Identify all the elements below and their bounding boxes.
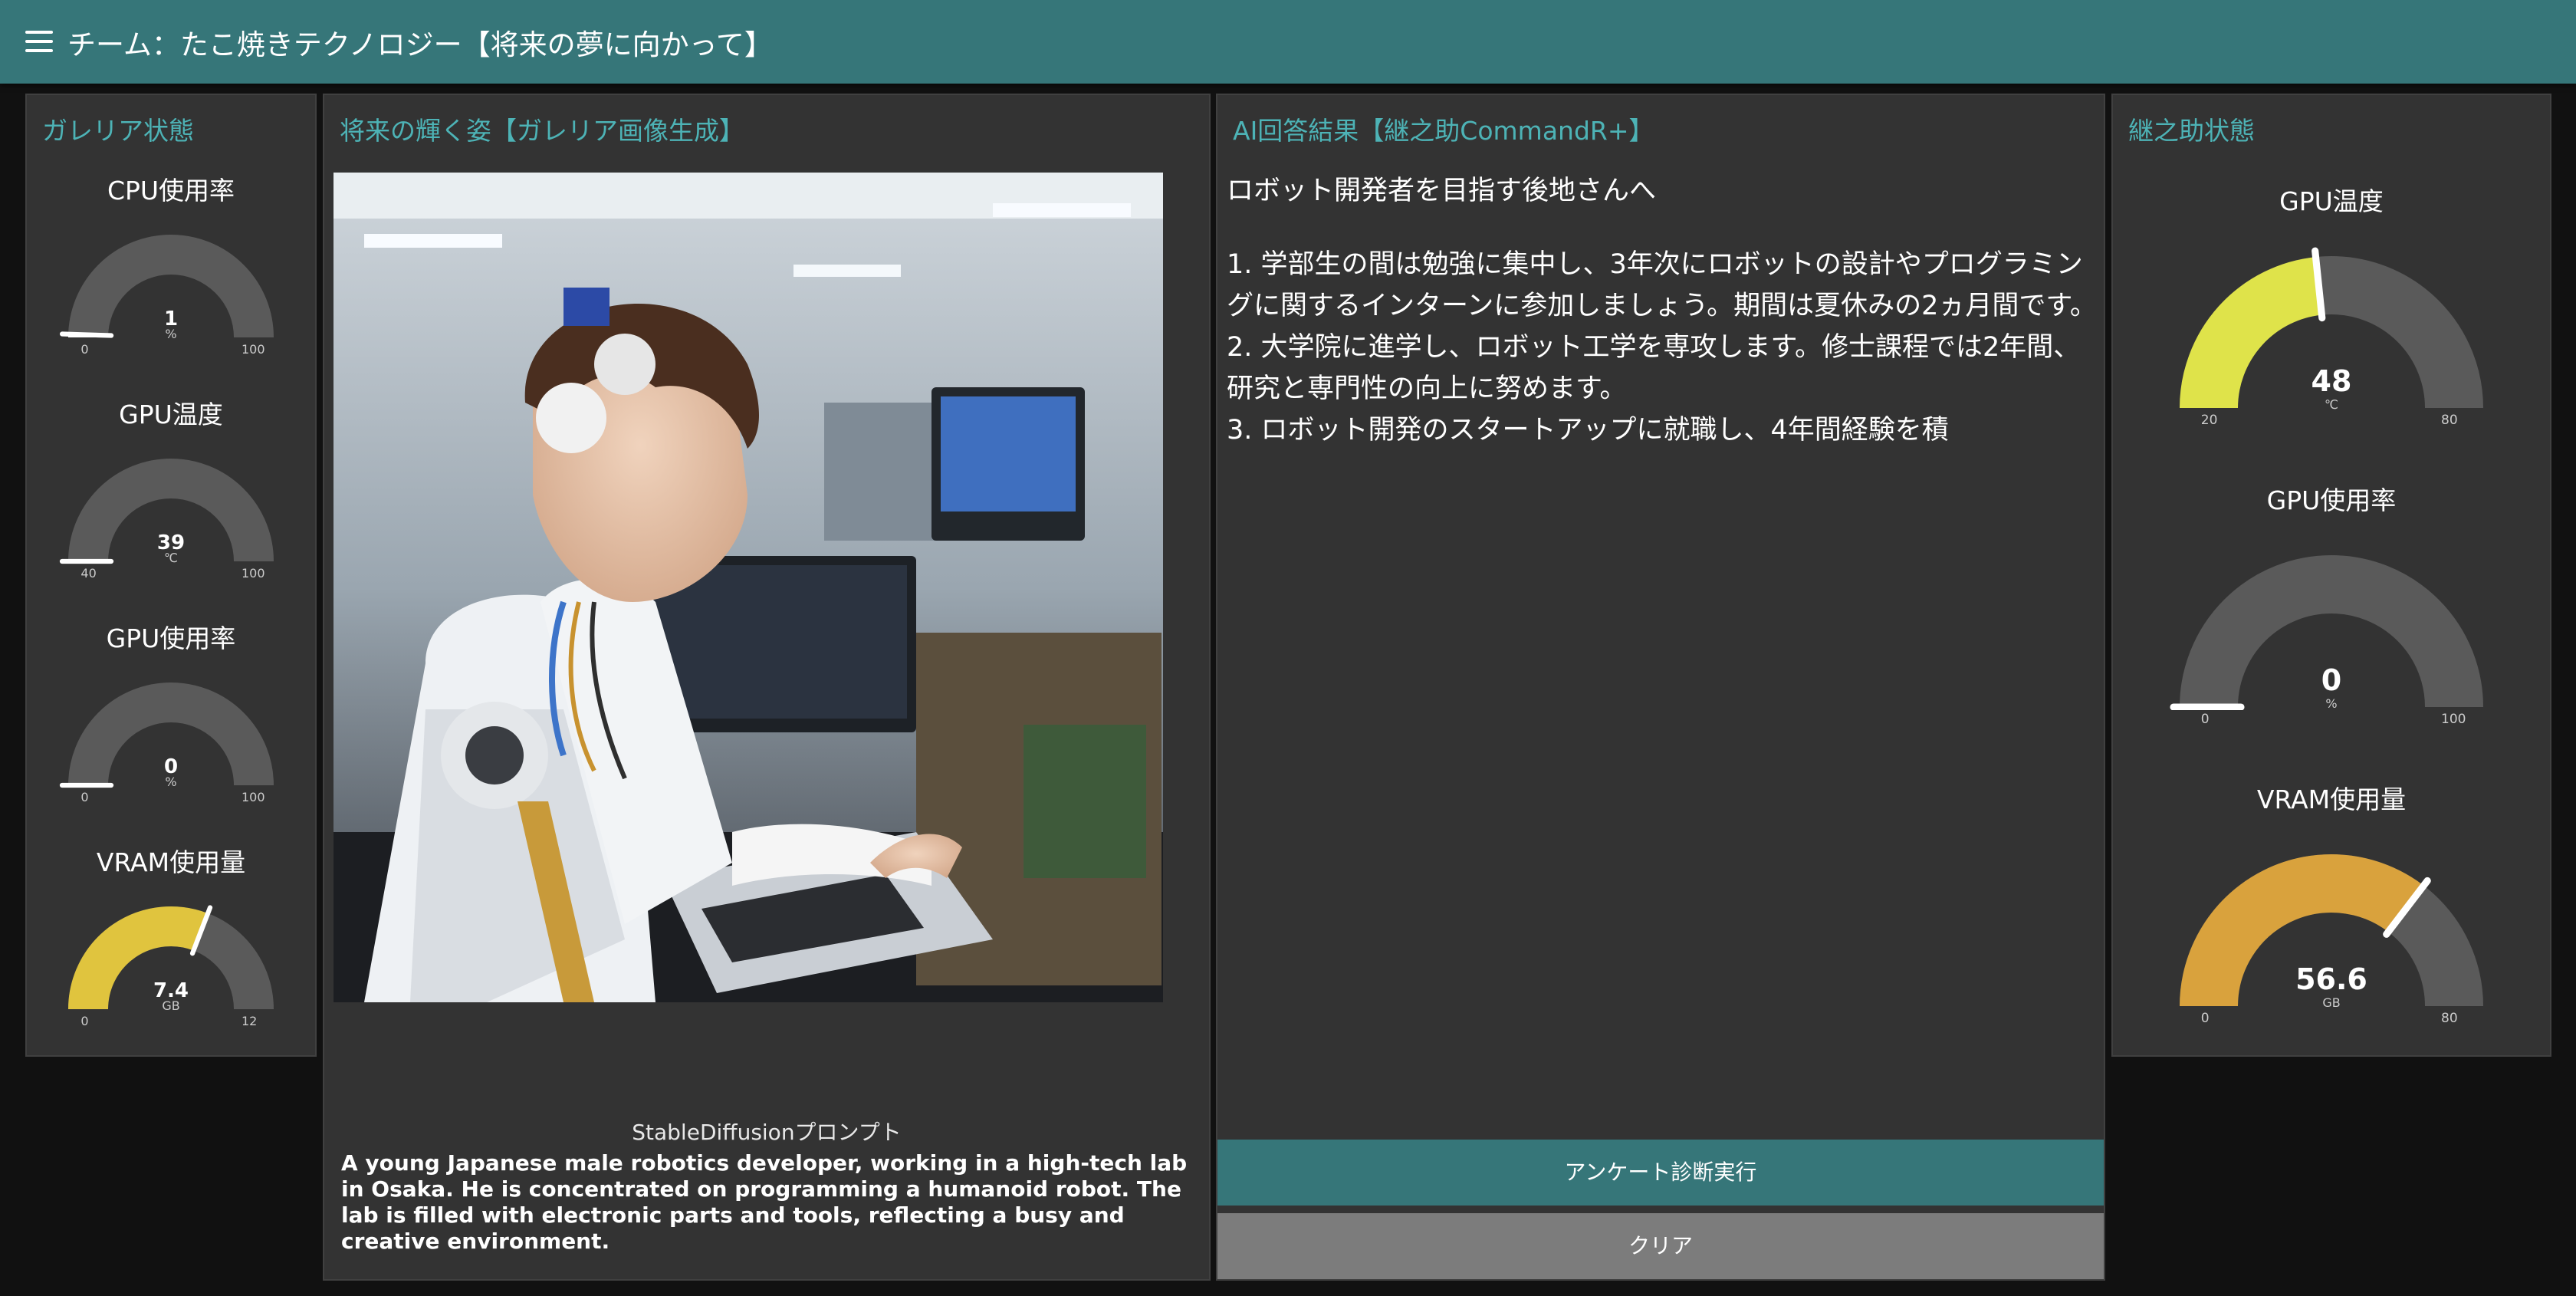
menu-icon[interactable] xyxy=(25,31,53,52)
gauge-max-label: 100 xyxy=(2441,712,2466,727)
gauge-min-label: 0 xyxy=(2200,1011,2210,1026)
gauge-unit: ℃ xyxy=(2325,396,2338,412)
image-generation-panel: 将来の輝く姿【ガレリア画像生成】 StableDiffusionプロンプト A … xyxy=(323,94,1211,1281)
gauge-max-label: 100 xyxy=(242,342,265,357)
gauge-unit: % xyxy=(2325,696,2338,711)
gauge-unit: % xyxy=(165,774,177,789)
gauge-value: 0 xyxy=(2321,663,2342,697)
panel-title: ガレリア状態 xyxy=(42,116,194,146)
galleria-status-panel: ガレリア状態 CPU使用率 1% 0 100 GPU温度 39 ℃ 40 100 GPU使用率 0%… xyxy=(25,94,317,1057)
gauge-max-label: 80 xyxy=(2441,413,2458,428)
gauge-min-label: 40 xyxy=(80,566,97,581)
gauge-value: 48 xyxy=(2311,364,2352,398)
gauge-max-label: 80 xyxy=(2441,1011,2458,1026)
panel-title: 将来の輝く姿【ガレリア画像生成】 xyxy=(340,116,744,146)
gauge: GPU使用率 0% 0 100 xyxy=(2113,480,2550,753)
gauge-max-label: 12 xyxy=(242,1014,258,1028)
gauge-min-label: 0 xyxy=(80,342,89,357)
page-title: チーム：たこ焼きテクノロジー【将来の夢に向かって】 xyxy=(67,28,773,61)
gauge: VRAM使用量 7.4 GB 0 12 xyxy=(27,842,315,1055)
gauge: GPU温度 39 ℃ 40 100 xyxy=(27,394,315,607)
gauge: VRAM使用量 56.6 GB 0 80 xyxy=(2113,779,2550,1052)
prompt-label: StableDiffusionプロンプト xyxy=(632,1120,902,1145)
gauge-min-label: 0 xyxy=(2200,712,2210,727)
answer-line: 3. ロボット開発のスタートアップに就職し、4年間経験を積 xyxy=(1227,415,1949,446)
robotics-developer-image xyxy=(334,173,1163,1002)
gauge-unit: GB xyxy=(2322,995,2341,1010)
panel-title: AI回答結果【継之助CommandR+】 xyxy=(1233,116,1654,146)
clear-button[interactable]: クリア xyxy=(1217,1213,2104,1279)
gauge-value: 56.6 xyxy=(2295,962,2367,996)
gauge: CPU使用率 1% 0 100 xyxy=(27,170,315,383)
ai-answer-panel: AI回答結果【継之助CommandR+】 ロボット開発者を目指す後地さんへ 1.… xyxy=(1216,94,2105,1281)
answer-greeting: ロボット開発者を目指す後地さんへ xyxy=(1227,176,1657,206)
gauge-unit: GB xyxy=(162,998,180,1013)
gauge: GPU温度 48 ℃ 20 80 xyxy=(2113,181,2550,454)
answer-line: 2. 大学院に進学し、ロボット工学を専攻します。修士課程では2年間、研究と専門性… xyxy=(1227,332,2081,404)
gauge-max-label: 100 xyxy=(242,566,265,581)
generated-image xyxy=(334,173,1163,1002)
answer-text: ロボット開発者を目指す後地さんへ 1. 学部生の間は勉強に集中し、3年次にロボッ… xyxy=(1227,170,2101,451)
top-bar: チーム：たこ焼きテクノロジー【将来の夢に向かって】 xyxy=(0,0,2576,84)
gauge-max-label: 100 xyxy=(242,790,265,804)
gauge-unit: % xyxy=(165,326,177,341)
prompt-text: A young Japanese male robotics developer… xyxy=(341,1150,1188,1254)
run-survey-button[interactable]: アンケート診断実行 xyxy=(1217,1140,2104,1206)
panel-title: 継之助状態 xyxy=(2128,116,2255,146)
answer-line: 1. 学部生の間は勉強に集中し、3年次にロボットの設計やプログラミングに関するイ… xyxy=(1227,249,2097,321)
gauge-unit: ℃ xyxy=(164,550,178,565)
gauge-min-label: 0 xyxy=(80,1014,89,1028)
gauge-min-label: 20 xyxy=(2200,413,2218,428)
tsugunosuke-status-panel: 継之助状態 GPU温度 48 ℃ 20 80 GPU使用率 0% 0 100 VRAM使用量 56.… xyxy=(2111,94,2551,1057)
gauge-min-label: 0 xyxy=(80,790,89,804)
gauge: GPU使用率 0% 0 100 xyxy=(27,618,315,831)
